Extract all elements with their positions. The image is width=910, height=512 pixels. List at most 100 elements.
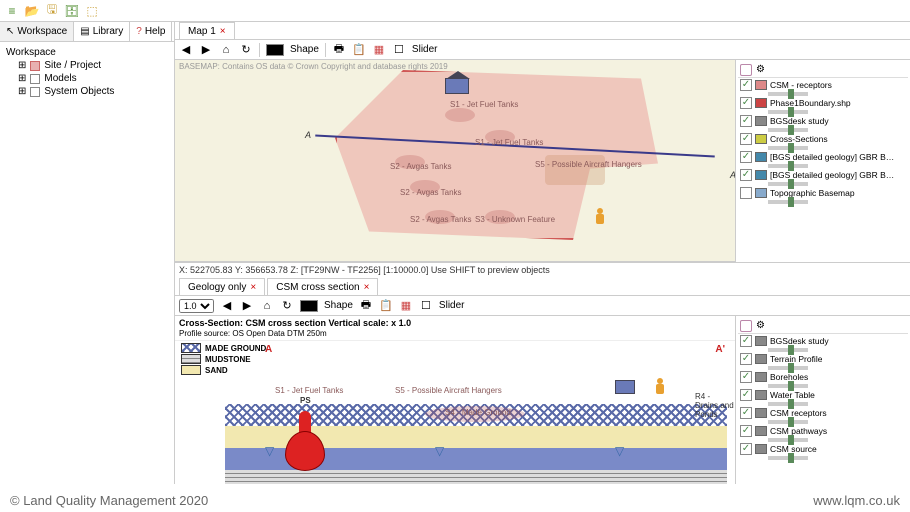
layer-checkbox[interactable]: ✓ (740, 425, 752, 437)
layer-item[interactable]: ✓ CSM source (738, 442, 908, 456)
layer-checkbox[interactable]: ✓ (740, 169, 752, 181)
plus-icon: ⊞ (18, 60, 26, 71)
tab-label: Map 1 (188, 26, 216, 37)
layer-item[interactable]: ✓ Phase1Boundary.shp (738, 96, 908, 110)
opacity-slider[interactable] (768, 348, 808, 352)
layer-item[interactable]: ✓ Boreholes (738, 370, 908, 384)
refresh-icon[interactable]: ↻ (239, 43, 253, 57)
layer-item[interactable]: ✓ CSM - receptors (738, 78, 908, 92)
tree-root[interactable]: Workspace (4, 46, 170, 59)
grid-icon[interactable]: ▦ (372, 43, 386, 57)
opacity-slider[interactable] (768, 456, 808, 460)
db-icon[interactable]: 🗄 (64, 3, 80, 19)
opacity-slider[interactable] (768, 384, 808, 388)
plus-icon: ⊞ (18, 73, 26, 84)
disk-icon[interactable]: 🖫 (44, 3, 60, 19)
layer-item[interactable]: ✓ BGSdesk study (738, 114, 908, 128)
layer-checkbox[interactable]: ✓ (740, 97, 752, 109)
layer-checkbox[interactable]: ✓ (740, 151, 752, 163)
xs-canvas[interactable]: Cross-Section: CSM cross section Vertica… (175, 316, 735, 484)
link-icon[interactable] (740, 64, 752, 76)
map-canvas[interactable]: BASEMAP: Contains OS data © Crown Copyri… (175, 60, 735, 262)
page-footer: © Land Quality Management 2020 www.lqm.c… (10, 493, 900, 508)
opacity-slider[interactable] (768, 92, 808, 96)
slider-checkbox[interactable]: ☐ (419, 299, 433, 313)
color-swatch[interactable] (300, 300, 318, 312)
layer-checkbox[interactable]: ✓ (740, 133, 752, 145)
copyright-text: © Land Quality Management 2020 (10, 493, 208, 508)
layer-checkbox[interactable]: ✓ (740, 407, 752, 419)
clipboard-icon[interactable]: 📋 (352, 43, 366, 57)
layer-checkbox[interactable]: ✓ (740, 335, 752, 347)
opacity-slider[interactable] (768, 200, 808, 204)
layer-checkbox[interactable]: ✓ (740, 389, 752, 401)
opacity-slider[interactable] (768, 402, 808, 406)
tree-item-system[interactable]: ⊞ System Objects (4, 85, 170, 98)
close-icon[interactable]: × (364, 282, 370, 293)
site-icon (30, 61, 40, 71)
grid-icon[interactable]: ▦ (399, 299, 413, 313)
close-icon[interactable]: × (250, 282, 256, 293)
layer-item[interactable]: ✓ Water Table (738, 388, 908, 402)
xs-tab-geology[interactable]: Geology only × (179, 278, 265, 295)
layer-icon (755, 98, 767, 108)
layer-item[interactable]: ✓ CSM pathways (738, 424, 908, 438)
tab-help[interactable]: ? Help (130, 22, 172, 41)
opacity-slider[interactable] (768, 182, 808, 186)
xs-tab-csm[interactable]: CSM cross section × (267, 278, 378, 295)
menu-icon[interactable]: ≡ (4, 3, 20, 19)
layer-item[interactable]: ✓ [BGS detailed geology] GBR BGS 1:50k B… (738, 168, 908, 182)
tab-library[interactable]: ▤ Library (74, 22, 130, 41)
tree-item-site[interactable]: ⊞ Site / Project (4, 59, 170, 72)
gear-icon[interactable]: ⚙ (756, 64, 765, 75)
fwd-icon[interactable]: ▶ (199, 43, 213, 57)
layer-item[interactable]: ✓ Terrain Profile (738, 352, 908, 366)
home-icon[interactable]: ⌂ (219, 43, 233, 57)
layer-checkbox[interactable]: ✓ (740, 371, 752, 383)
opacity-slider[interactable] (768, 438, 808, 442)
slider-checkbox[interactable]: ☐ (392, 43, 406, 57)
opacity-slider[interactable] (768, 146, 808, 150)
water-table-icon: ▽ (265, 444, 274, 458)
opacity-slider[interactable] (768, 164, 808, 168)
layer-item[interactable]: ✓ [BGS detailed geology] GBR BGS 1:50k S… (738, 150, 908, 164)
book-icon: ▤ (80, 26, 89, 37)
xs-building-icon (615, 380, 635, 394)
contamination-plume (285, 411, 325, 471)
clipboard-icon[interactable]: 📋 (379, 299, 393, 313)
cube-icon[interactable]: ⬚ (84, 3, 100, 19)
tree-item-models[interactable]: ⊞ Models (4, 72, 170, 85)
home-icon[interactable]: ⌂ (260, 299, 274, 313)
opacity-slider[interactable] (768, 420, 808, 424)
main-toolbar: ≡ 📂 🖫 🗄 ⬚ (0, 0, 910, 22)
layer-item[interactable]: ✓ BGSdesk study (738, 334, 908, 348)
tab-workspace[interactable]: ↖ Workspace (0, 22, 74, 41)
layer-label: Topographic Basemap (770, 188, 855, 198)
print-icon[interactable]: 🖶 (359, 299, 373, 313)
layer-item[interactable]: Topographic Basemap (738, 186, 908, 200)
layer-item[interactable]: ✓ Cross-Sections (738, 132, 908, 146)
opacity-slider[interactable] (768, 110, 808, 114)
opacity-slider[interactable] (768, 128, 808, 132)
refresh-icon[interactable]: ↻ (280, 299, 294, 313)
print-icon[interactable]: 🖶 (332, 43, 346, 57)
open-icon[interactable]: 📂 (24, 3, 40, 19)
layer-checkbox[interactable] (740, 187, 752, 199)
layer-icon (755, 426, 767, 436)
layer-item[interactable]: ✓ CSM receptors (738, 406, 908, 420)
layer-checkbox[interactable]: ✓ (740, 79, 752, 91)
back-icon[interactable]: ◀ (220, 299, 234, 313)
color-swatch[interactable] (266, 44, 284, 56)
close-icon[interactable]: × (220, 26, 226, 37)
xs-feature-label: PS (300, 396, 311, 405)
scale-dropdown[interactable]: 1.0 (179, 299, 214, 313)
opacity-slider[interactable] (768, 366, 808, 370)
link-icon[interactable] (740, 320, 752, 332)
layer-checkbox[interactable]: ✓ (740, 443, 752, 455)
back-icon[interactable]: ◀ (179, 43, 193, 57)
gear-icon[interactable]: ⚙ (756, 320, 765, 331)
map-tab-1[interactable]: Map 1 × (179, 22, 235, 39)
fwd-icon[interactable]: ▶ (240, 299, 254, 313)
layer-checkbox[interactable]: ✓ (740, 353, 752, 365)
layer-checkbox[interactable]: ✓ (740, 115, 752, 127)
